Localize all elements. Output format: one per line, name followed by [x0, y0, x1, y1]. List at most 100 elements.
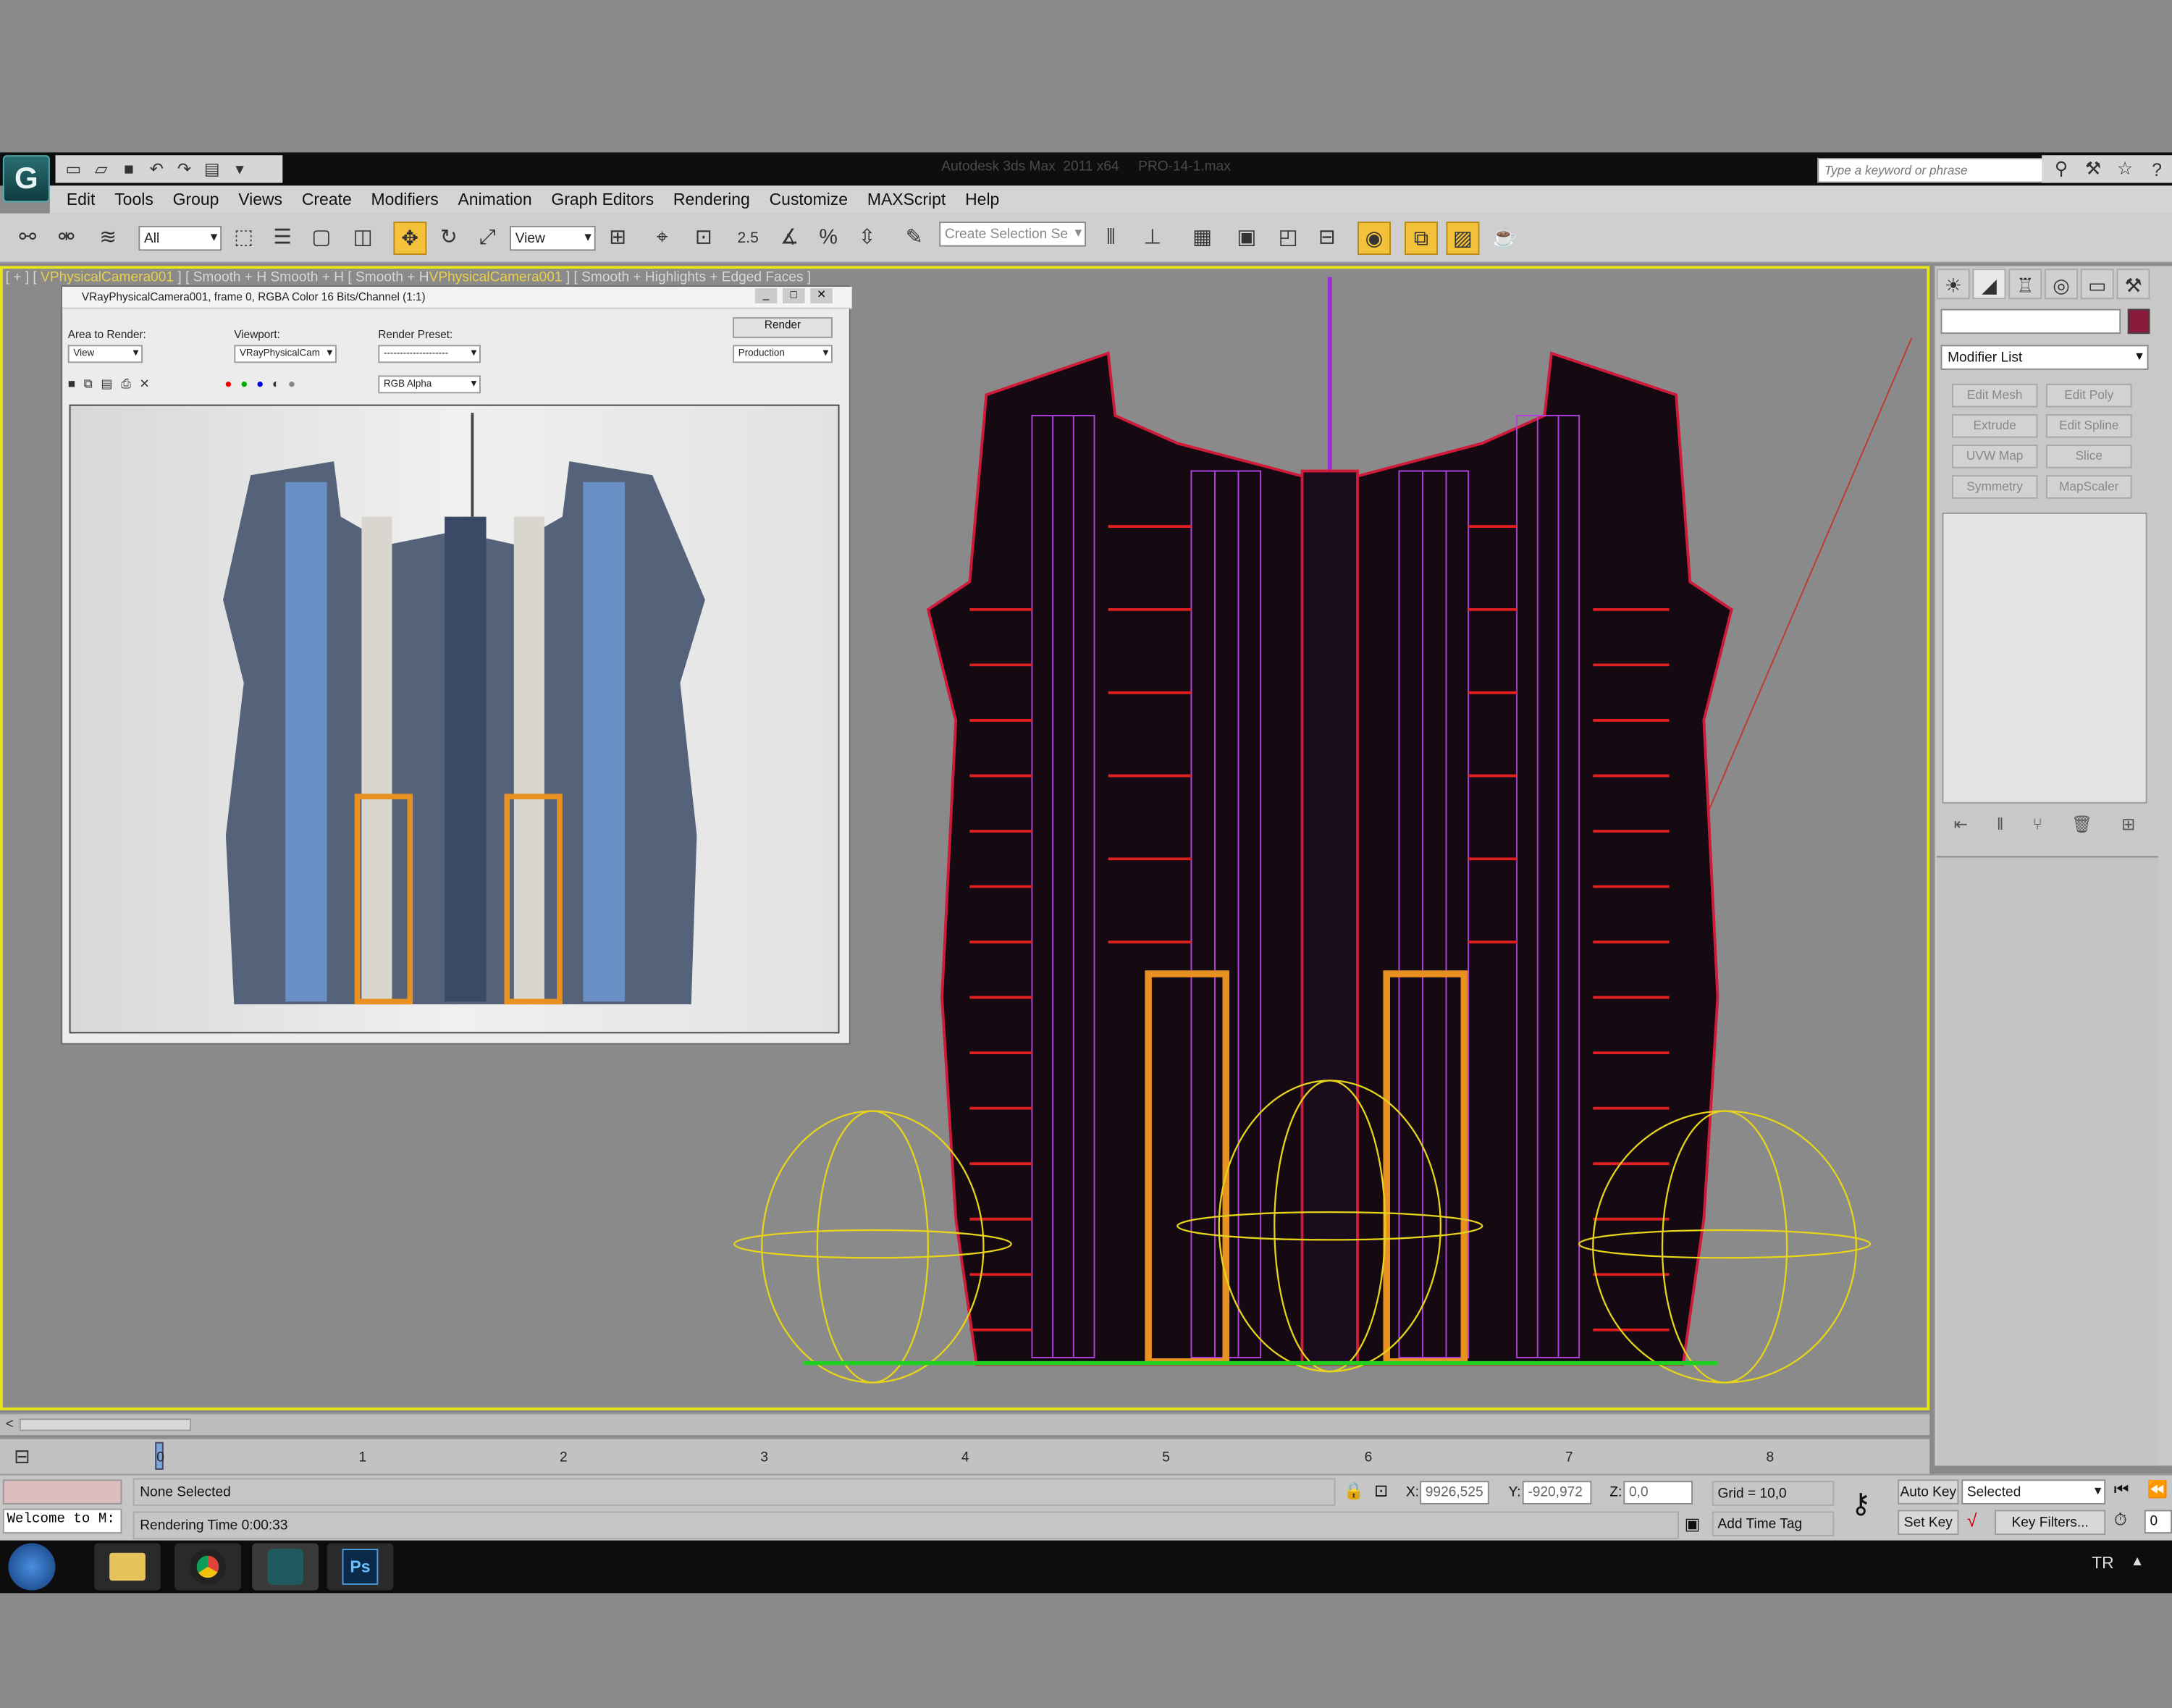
x-coordinate-field[interactable]: 9926,525 [1420, 1481, 1489, 1505]
pivot-center-icon[interactable]: ⊞ [601, 222, 634, 255]
menu-group[interactable]: Group [173, 190, 219, 209]
rendered-frame-window-icon[interactable]: ▨ [1446, 222, 1480, 256]
modifier-stack[interactable] [1942, 512, 2147, 804]
project-folder-icon[interactable]: ▤ [200, 158, 224, 180]
set-key-mode-icon[interactable]: ⚷ [1851, 1486, 1871, 1521]
material-editor-icon[interactable]: ◉ [1358, 222, 1391, 256]
named-selection-dropdown[interactable]: Create Selection Se [939, 222, 1087, 247]
menu-customize[interactable]: Customize [770, 190, 848, 209]
menu-edit[interactable]: Edit [67, 190, 96, 209]
show-end-result-icon[interactable]: ‖ [1997, 815, 2004, 839]
align-icon[interactable]: ⊥ [1136, 222, 1169, 255]
default-tangent-icon[interactable]: √ [1967, 1510, 1977, 1531]
taskbar-explorer[interactable] [94, 1543, 161, 1591]
object-color-swatch[interactable] [2127, 308, 2150, 335]
select-rotate-icon[interactable]: ↻ [432, 222, 466, 255]
star-icon[interactable]: ☆ [2111, 158, 2139, 180]
mono-icon[interactable]: ● [288, 376, 295, 390]
extrude-button[interactable]: Extrude [1951, 414, 2038, 438]
mirror-icon[interactable]: ⫴ [1095, 222, 1128, 255]
render-setup-icon[interactable]: ⧉ [1405, 222, 1439, 256]
link-icon[interactable]: ⚯ [11, 222, 44, 255]
select-by-name-icon[interactable]: ☰ [266, 222, 299, 255]
chevron-down-icon[interactable]: ▾ [227, 158, 252, 180]
edit-poly-button[interactable]: Edit Poly [2045, 383, 2132, 408]
time-slider-left-arrow[interactable]: < [6, 1417, 14, 1432]
menu-modifiers[interactable]: Modifiers [371, 190, 439, 209]
symmetry-button[interactable]: Symmetry [1951, 475, 2038, 499]
configure-sets-icon[interactable]: ⊞ [2121, 815, 2135, 839]
window-crossing-icon[interactable]: ◫ [346, 222, 379, 255]
display-tab-icon[interactable]: ▭ [2080, 269, 2114, 300]
channel-dropdown[interactable]: RGB Alpha [378, 375, 481, 394]
utilities-tab-icon[interactable]: ⚒ [2116, 269, 2150, 300]
percent-snap-icon[interactable]: % [812, 222, 845, 255]
edit-mesh-button[interactable]: Edit Mesh [1951, 383, 2038, 408]
undo-icon[interactable]: ↶ [144, 158, 169, 180]
menu-animation[interactable]: Animation [458, 190, 531, 209]
close-icon[interactable]: ✕ [810, 287, 833, 304]
graphite-tools-icon[interactable]: ▣ [1230, 222, 1263, 255]
alpha-channel-icon[interactable]: ◐ [272, 376, 279, 390]
schematic-view-icon[interactable]: ⊟ [1310, 222, 1344, 255]
save-image-icon[interactable]: ■ [68, 376, 75, 390]
time-tag-icon[interactable]: ▣ [1685, 1514, 1701, 1534]
language-indicator[interactable]: TR [2092, 1553, 2114, 1573]
angle-snap-icon[interactable]: ∡ [773, 222, 807, 255]
edit-named-selection-icon[interactable]: ✎ [898, 222, 931, 255]
layer-manager-icon[interactable]: ▦ [1186, 222, 1219, 255]
object-name-input[interactable] [1940, 308, 2121, 335]
absolute-mode-icon[interactable]: ⊡ [1374, 1481, 1388, 1500]
app-logo-button[interactable]: G [2, 155, 50, 203]
uvw-map-button[interactable]: UVW Map [1951, 445, 2038, 468]
z-coordinate-field[interactable]: 0,0 [1623, 1481, 1693, 1505]
modify-tab-icon[interactable]: ◢ [1972, 269, 2006, 300]
print-icon[interactable]: ⎙ [121, 376, 131, 391]
unlink-icon[interactable]: ⚮ [50, 222, 83, 255]
select-manipulate-icon[interactable]: ⌖ [646, 222, 679, 255]
go-to-start-icon[interactable]: ⏮ [2114, 1479, 2129, 1500]
show-hidden-icons[interactable]: ▲ [2131, 1555, 2144, 1570]
clone-window-icon[interactable]: ▤ [101, 376, 112, 391]
viewport-dropdown[interactable]: VRayPhysicalCam [234, 345, 337, 363]
edit-spline-button[interactable]: Edit Spline [2045, 414, 2132, 438]
viewport-label[interactable]: [ + ] [ VPhysicalCamera001 ] [ Smooth + … [6, 270, 811, 285]
reference-coordinate-dropdown[interactable]: View [510, 225, 596, 251]
pin-stack-icon[interactable]: ⇤ [1954, 815, 1968, 839]
set-key-button[interactable]: Set Key [1898, 1510, 1959, 1535]
rect-selection-icon[interactable]: ▢ [305, 222, 338, 255]
taskbar-chrome[interactable] [174, 1543, 241, 1591]
create-tab-icon[interactable]: ☀ [1936, 269, 1970, 300]
previous-frame-icon[interactable]: ⏪ [2147, 1479, 2168, 1499]
time-config-icon[interactable]: ⏱ [2114, 1510, 2127, 1531]
taskbar-photoshop[interactable]: Ps [327, 1543, 394, 1591]
maxscript-mini-listener[interactable]: Welcome to M: [2, 1508, 122, 1534]
maximize-icon[interactable]: □ [783, 287, 805, 304]
curve-editor-icon[interactable]: ◰ [1271, 222, 1305, 255]
auto-key-button[interactable]: Auto Key [1898, 1479, 1959, 1505]
help-icon[interactable]: ? [2143, 159, 2171, 180]
menu-graph-editors[interactable]: Graph Editors [551, 190, 654, 209]
y-coordinate-field[interactable]: -920,972 [1522, 1481, 1592, 1505]
time-slider-thumb[interactable] [19, 1418, 192, 1431]
menu-views[interactable]: Views [238, 190, 282, 209]
tools-icon[interactable]: ⚒ [2079, 158, 2107, 180]
red-channel-icon[interactable]: ● [224, 376, 232, 390]
hierarchy-tab-icon[interactable]: ♖ [2008, 269, 2042, 300]
remove-modifier-icon[interactable]: 🗑 [2071, 815, 2092, 839]
redo-icon[interactable]: ↷ [172, 158, 196, 180]
production-dropdown[interactable]: Production [733, 345, 833, 363]
menu-rendering[interactable]: Rendering [673, 190, 750, 209]
help-search-input[interactable]: Type a keyword or phrase [1817, 158, 2050, 183]
menu-create[interactable]: Create [302, 190, 352, 209]
blue-channel-icon[interactable]: ● [256, 376, 264, 390]
save-icon[interactable]: ■ [117, 158, 141, 180]
key-filters-button[interactable]: Key Filters... [1995, 1510, 2106, 1535]
open-file-icon[interactable]: ▱ [88, 158, 113, 180]
mini-curve-editor-icon[interactable]: ⊟ [14, 1445, 30, 1469]
start-button[interactable] [8, 1543, 56, 1591]
keyboard-shortcut-icon[interactable]: ⊡ [687, 222, 720, 255]
make-unique-icon[interactable]: ⑂ [2032, 815, 2042, 839]
render-button[interactable]: Render [733, 317, 833, 338]
selected-dropdown[interactable]: Selected [1961, 1479, 2106, 1505]
